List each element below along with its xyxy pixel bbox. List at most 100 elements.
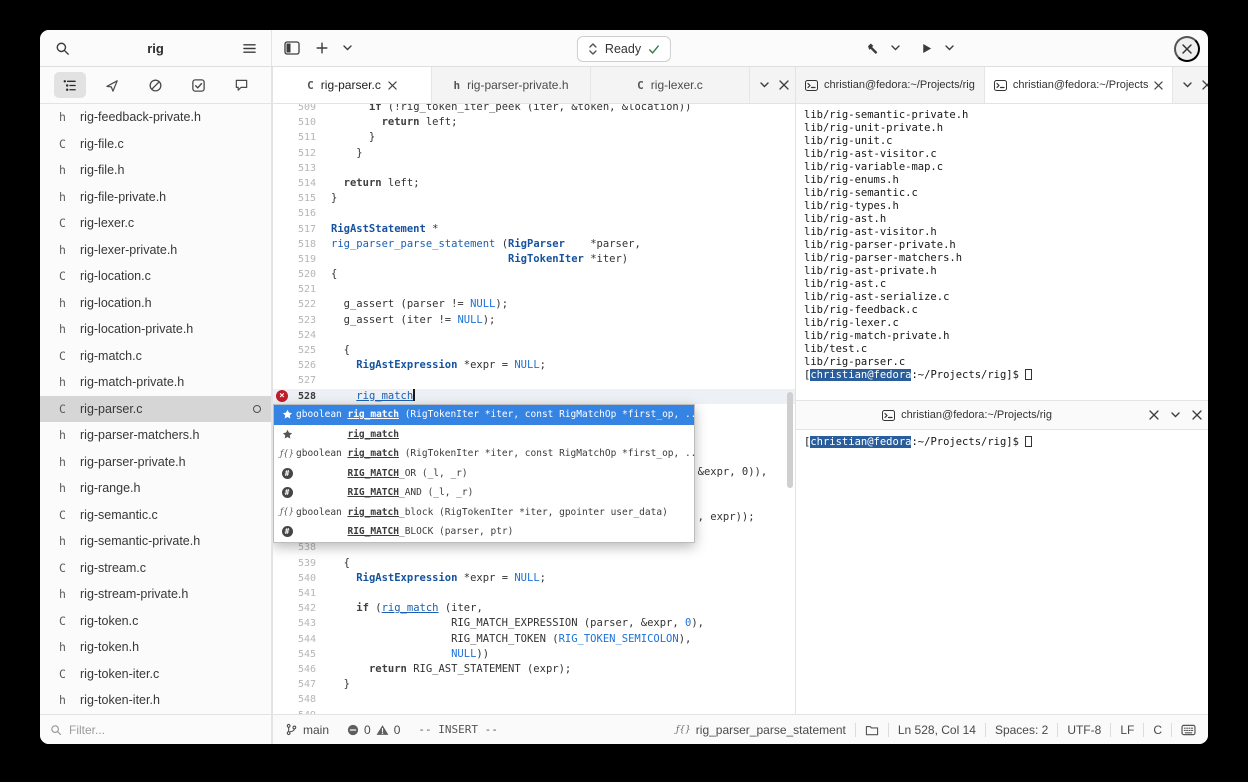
line-number-gutter[interactable]: 522 [273, 297, 319, 312]
code-line[interactable]: 511 } [273, 130, 795, 145]
code-line[interactable]: 514 return left; [273, 176, 795, 191]
line-number-gutter[interactable]: 538 [273, 540, 319, 555]
close-tab-icon[interactable] [1154, 80, 1164, 90]
line-number-gutter[interactable]: 545 [273, 647, 319, 662]
code-line[interactable]: 523 g_assert (iter != NULL); [273, 313, 795, 328]
new-tab-dropdown[interactable] [338, 35, 356, 61]
line-number-gutter[interactable]: 523 [273, 313, 319, 328]
run-button[interactable] [912, 35, 940, 61]
code-line[interactable]: 522 g_assert (parser != NULL); [273, 297, 795, 312]
file-row[interactable]: h rig-file.h [40, 157, 271, 184]
line-number-gutter[interactable]: 524 [273, 328, 319, 343]
file-row[interactable]: Crig-lexer.c [40, 210, 271, 237]
breakpoint-icon[interactable]: × [276, 390, 288, 403]
code-line[interactable]: 527 [273, 373, 795, 388]
line-number-gutter[interactable]: 527 [273, 373, 319, 388]
file-row[interactable]: h rig-location-private.h [40, 316, 271, 343]
line-number-gutter[interactable]: 511 [273, 130, 319, 145]
line-number-gutter[interactable]: 509 [273, 104, 319, 115]
code-line[interactable]: 515} [273, 191, 795, 206]
line-number-gutter[interactable]: 512 [273, 146, 319, 161]
file-row[interactable]: h rig-parser-private.h [40, 449, 271, 476]
code-line[interactable]: 510 return left; [273, 115, 795, 130]
file-row[interactable]: Crig-stream.c [40, 555, 271, 582]
line-number-gutter[interactable]: 526 [273, 358, 319, 373]
line-number-gutter[interactable]: 514 [273, 176, 319, 191]
code-line[interactable]: × 528 rig_match [273, 388, 795, 404]
file-row[interactable]: Crig-semantic.c [40, 502, 271, 529]
line-number-gutter[interactable]: 513 [273, 161, 319, 176]
line-number-gutter[interactable]: 539 [273, 556, 319, 571]
file-row[interactable]: h rig-parser-matchers.h [40, 422, 271, 449]
build-status-button[interactable]: Ready [576, 36, 672, 62]
code-line[interactable]: 547 } [273, 677, 795, 692]
terminal-tab[interactable]: christian@fedora:~/Projects [984, 67, 1174, 103]
file-row[interactable]: Crig-match.c [40, 343, 271, 370]
code-line[interactable]: 519 RigTokenIter *iter) [273, 252, 795, 267]
code-line[interactable]: 518 rig_parser_parse_statement (RigParser… [273, 237, 795, 252]
close-terminal-panel-icon[interactable] [1202, 80, 1208, 90]
file-row[interactable]: h rig-lexer-private.h [40, 237, 271, 264]
line-number-gutter[interactable]: 541 [273, 586, 319, 601]
build-dropdown[interactable] [887, 35, 903, 61]
editor-tab[interactable]: Crig-lexer.c [591, 67, 750, 103]
close-terminal-tab-icon[interactable] [1149, 410, 1159, 420]
code-line[interactable]: 513 [273, 161, 795, 176]
diagnostics-indicator[interactable]: 0 0 [347, 723, 400, 737]
terminal-1[interactable]: lib/rig-semantic-private.h lib/rig-unit-p… [796, 104, 1208, 400]
code-editor[interactable]: 509 if (!rig_token_iter_peek (iter, &tok… [272, 104, 795, 714]
line-number-gutter[interactable]: 540 [273, 571, 319, 586]
line-number-gutter[interactable]: 516 [273, 206, 319, 221]
file-row[interactable]: Crig-token.c [40, 608, 271, 635]
current-symbol[interactable]: ƒ{} rig_parser_parse_statement [676, 723, 846, 737]
line-number-gutter[interactable]: 548 [273, 692, 319, 707]
code-line[interactable]: 538 [273, 540, 795, 555]
cursor-position[interactable]: Ln 528, Col 14 [898, 723, 976, 737]
tab-list-chevron-icon[interactable] [1183, 82, 1193, 88]
build-button[interactable] [858, 35, 886, 61]
code-line[interactable]: 521 [273, 282, 795, 297]
project-file-list[interactable]: h rig-feedback-private.h Crig-file.c h rig-f… [40, 104, 272, 714]
line-ending-setting[interactable]: LF [1120, 723, 1134, 737]
code-line[interactable]: 542 if (rig_match (iter, [273, 601, 795, 616]
language-setting[interactable]: C [1153, 723, 1162, 737]
branch-indicator[interactable]: main [285, 723, 329, 737]
folder-icon[interactable] [865, 724, 879, 736]
file-row[interactable]: h rig-stream-private.h [40, 581, 271, 608]
code-line[interactable]: 544 RIG_MATCH_TOKEN (RIG_TOKEN_SEMICOLON… [273, 632, 795, 647]
window-close-button[interactable] [1174, 36, 1200, 62]
file-row[interactable]: h rig-location.h [40, 290, 271, 317]
completion-item[interactable]: rig_match [274, 425, 694, 445]
completion-item[interactable]: # RIG_MATCH_AND (_l, _r) [274, 483, 694, 503]
code-line[interactable]: 524 [273, 328, 795, 343]
file-row[interactable]: h rig-match-private.h [40, 369, 271, 396]
file-row[interactable]: h rig-feedback-private.h [40, 104, 271, 131]
tab-list-chevron-icon[interactable] [760, 82, 769, 88]
line-number-gutter[interactable]: 547 [273, 677, 319, 692]
line-number-gutter[interactable]: 525 [273, 343, 319, 358]
search-button[interactable] [48, 35, 76, 61]
code-line[interactable]: 512 } [273, 146, 795, 161]
line-number-gutter[interactable]: 515 [273, 191, 319, 206]
code-line[interactable]: 525 { [273, 343, 795, 358]
toggle-panel-button[interactable] [278, 35, 306, 61]
tab-list-chevron-icon[interactable] [1171, 412, 1180, 418]
file-row[interactable]: h rig-range.h [40, 475, 271, 502]
close-tab-icon[interactable] [388, 80, 397, 90]
line-number-gutter[interactable]: 517 [273, 222, 319, 237]
completion-item[interactable]: # RIG_MATCH_BLOCK (parser, ptr) [274, 522, 694, 542]
code-line[interactable]: 543 RIG_MATCH_EXPRESSION (parser, &expr,… [273, 616, 795, 631]
file-row[interactable]: h rig-semantic-private.h [40, 528, 271, 555]
run-panel-button[interactable] [97, 72, 129, 98]
menu-button[interactable] [235, 35, 263, 61]
completion-item[interactable]: ƒ{} gboolean rig_match (RigTokenIter *ite… [274, 444, 694, 464]
keyboard-icon[interactable] [1181, 724, 1196, 736]
flags-panel-button[interactable] [226, 72, 258, 98]
close-terminal-panel-icon[interactable] [1192, 410, 1202, 420]
code-line[interactable]: 509 if (!rig_token_iter_peek (iter, &tok… [273, 104, 795, 115]
code-line[interactable]: 540 RigAstExpression *expr = NULL; [273, 571, 795, 586]
code-line[interactable]: 516 [273, 206, 795, 221]
line-number-gutter[interactable]: 546 [273, 662, 319, 677]
project-tree-panel-button[interactable] [53, 72, 86, 98]
editor-tab[interactable]: h rig-parser-private.h [432, 67, 591, 103]
